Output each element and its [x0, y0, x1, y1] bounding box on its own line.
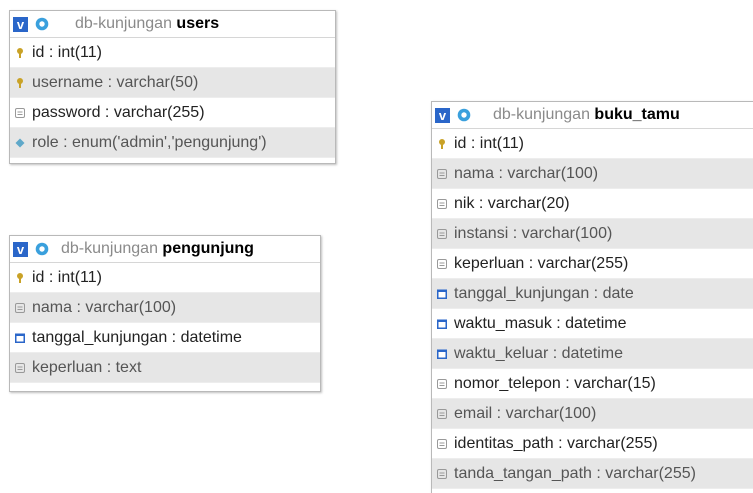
column-label: id : int(11): [32, 43, 102, 61]
column-row[interactable]: nik : varchar(20): [432, 189, 753, 219]
column-row[interactable]: keperluan : varchar(255): [432, 249, 753, 279]
column-row[interactable]: username : varchar(50): [10, 68, 335, 98]
column-row[interactable]: waktu_keluar : datetime: [432, 339, 753, 369]
gear-icon[interactable]: [455, 106, 473, 124]
date-icon: [437, 289, 447, 299]
column-label: tanda_tangan_path : varchar(255): [454, 464, 696, 482]
column-row[interactable]: id : int(11): [10, 38, 335, 68]
column-icon: [437, 228, 447, 239]
column-label: tanggal_kunjungan : datetime: [32, 328, 242, 346]
column-label: role : enum('admin','pengunjung'): [32, 133, 267, 151]
column-label: nama : varchar(100): [454, 164, 599, 182]
column-icon: [437, 258, 447, 269]
key-icon: [17, 77, 23, 88]
column-row[interactable]: keperluan : text: [10, 353, 320, 383]
column-row[interactable]: id : int(11): [432, 129, 753, 159]
column-row[interactable]: tanggal_kunjungan : date: [432, 279, 753, 309]
column-icon: [437, 168, 447, 179]
enum-icon: [15, 138, 25, 147]
column-label: keperluan : text: [32, 358, 142, 376]
date-icon: [437, 319, 447, 329]
column-icon: [437, 438, 447, 449]
table-header[interactable]: v db-kunjungan buku_tamu: [432, 102, 753, 129]
toggle-columns-icon[interactable]: v: [13, 16, 28, 32]
date-icon: [437, 349, 447, 359]
table-header[interactable]: v db-kunjungan pengunjung: [10, 236, 320, 263]
table-title: db-kunjungan users: [75, 15, 220, 32]
toggle-columns-icon[interactable]: v: [13, 241, 28, 257]
column-row[interactable]: password : varchar(255): [10, 98, 335, 128]
column-label: username : varchar(50): [32, 73, 199, 91]
column-icon: [437, 198, 447, 209]
column-row[interactable]: tanggal_kunjungan : datetime: [10, 323, 320, 353]
column-row[interactable]: id : int(11): [10, 263, 320, 293]
column-label: nomor_telepon : varchar(15): [454, 374, 656, 392]
column-row[interactable]: tanda_tangan_path : varchar(255): [432, 459, 753, 489]
key-icon: [17, 272, 23, 283]
column-row[interactable]: identitas_path : varchar(255): [432, 429, 753, 459]
date-icon: [15, 333, 25, 343]
column-label: password : varchar(255): [32, 103, 205, 121]
key-icon: [17, 47, 23, 58]
column-label: identitas_path : varchar(255): [454, 434, 658, 452]
column-label: nama : varchar(100): [32, 298, 177, 316]
table-title: db-kunjungan pengunjung: [61, 240, 254, 257]
column-row[interactable]: nama : varchar(100): [10, 293, 320, 323]
column-label: id : int(11): [32, 268, 102, 286]
column-icon: [15, 302, 25, 313]
gear-icon[interactable]: [33, 240, 51, 258]
column-icon: [437, 468, 447, 479]
column-icon: [15, 362, 25, 373]
table-buku_tamu[interactable]: v db-kunjungan buku_tamu id : int(11) na…: [431, 101, 753, 493]
column-label: id : int(11): [454, 134, 524, 152]
gear-icon[interactable]: [33, 15, 51, 33]
column-row[interactable]: waktu_masuk : datetime: [432, 309, 753, 339]
table-pengunjung[interactable]: v db-kunjungan pengunjung id : int(11) n…: [9, 235, 321, 392]
column-icon: [437, 378, 447, 389]
toggle-columns-icon[interactable]: v: [435, 107, 450, 123]
column-label: email : varchar(100): [454, 404, 597, 422]
column-label: tanggal_kunjungan : date: [454, 284, 634, 302]
column-label: instansi : varchar(100): [454, 224, 613, 242]
column-row[interactable]: email : varchar(100): [432, 399, 753, 429]
column-row[interactable]: nama : varchar(100): [432, 159, 753, 189]
column-label: keperluan : varchar(255): [454, 254, 629, 272]
column-label: waktu_keluar : datetime: [454, 344, 623, 362]
key-icon: [439, 138, 445, 149]
column-icon: [437, 408, 447, 419]
column-row[interactable]: role : enum('admin','pengunjung'): [10, 128, 335, 158]
column-label: waktu_masuk : datetime: [454, 314, 627, 332]
table-header[interactable]: v db-kunjungan users: [10, 11, 335, 38]
table-title: db-kunjungan buku_tamu: [493, 106, 680, 123]
column-label: nik : varchar(20): [454, 194, 570, 212]
column-icon: [15, 107, 25, 118]
column-row[interactable]: nomor_telepon : varchar(15): [432, 369, 753, 399]
column-row[interactable]: instansi : varchar(100): [432, 219, 753, 249]
table-users[interactable]: v db-kunjungan users id : int(11) userna…: [9, 10, 336, 164]
